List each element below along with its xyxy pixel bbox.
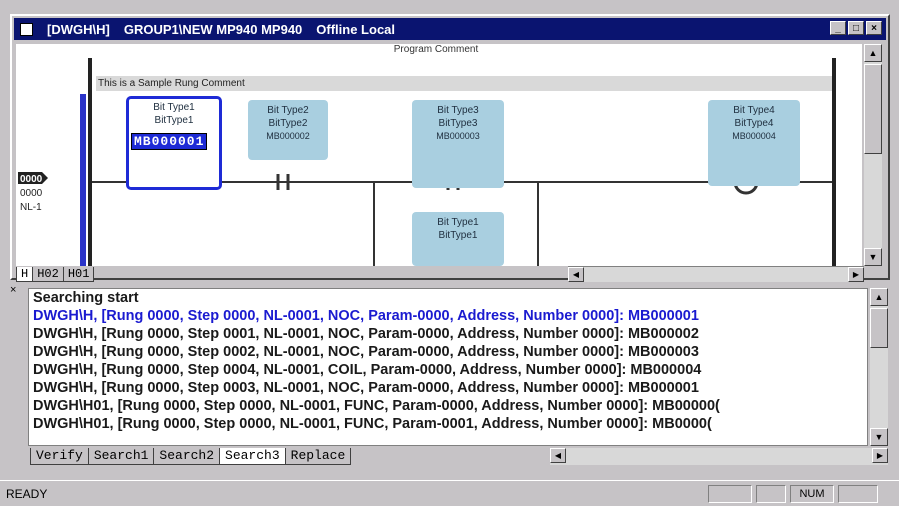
contact-2-type: Bit Type2	[267, 105, 309, 116]
ladder-canvas[interactable]: Program Comment This is a Sample Rung Co…	[16, 44, 862, 266]
close-button[interactable]: ×	[866, 21, 882, 35]
status-panel-1	[708, 485, 752, 503]
scroll-down-arrow-icon[interactable]: ▼	[864, 248, 882, 266]
contact-1-address-input[interactable]: MB000001	[131, 133, 208, 150]
tab-search2[interactable]: Search2	[153, 448, 221, 465]
output-window: × Searching start DWGH\H, [Rung 0000, St…	[10, 284, 890, 470]
result-line[interactable]: DWGH\H01, [Rung 0000, Step 0000, NL-0001…	[29, 415, 867, 433]
result-line-selected[interactable]: DWGH\H, [Rung 0000, Step 0000, NL-0001, …	[29, 307, 867, 325]
step-marker-strip	[80, 94, 86, 266]
contact-2-name: BitType2	[268, 118, 308, 129]
output-horizontal-scrollbar[interactable]: ◀ ▶	[550, 448, 888, 465]
contact-3-type: Bit Type3	[437, 105, 479, 116]
tab-search1[interactable]: Search1	[87, 448, 155, 465]
result-line[interactable]: DWGH\H, [Rung 0000, Step 0003, NL-0001, …	[29, 379, 867, 397]
coil-4[interactable]: Bit Type4 BitType4 MB000004	[708, 100, 800, 186]
result-line: Searching start	[33, 290, 139, 306]
scroll-thumb[interactable]	[864, 64, 882, 154]
output-scroll-down-icon[interactable]: ▼	[870, 428, 888, 446]
contact-1-selected[interactable]: Bit Type1 BitType1 MB000001	[126, 96, 222, 190]
step-number: 0000	[20, 188, 43, 199]
ladder-vertical-scrollbar[interactable]: ▲ ▼	[864, 44, 882, 266]
result-line[interactable]: DWGH\H, [Rung 0000, Step 0002, NL-0001, …	[29, 343, 867, 361]
ladder-horizontal-scrollbar[interactable]: ◀ ▶	[568, 266, 864, 282]
result-line[interactable]: DWGH\H01, [Rung 0000, Step 0000, NL-0001…	[29, 397, 867, 415]
title-drawing: [DWGH\H]	[47, 21, 110, 37]
title-group: GROUP1\NEW MP940 MP940	[123, 21, 303, 37]
contact-5-name: BitType1	[438, 230, 478, 241]
output-scroll-right-icon[interactable]: ▶	[872, 448, 888, 463]
coil-4-name: BitType4	[734, 118, 774, 129]
tab-h01[interactable]: H01	[62, 267, 95, 282]
contact-3-address: MB000003	[436, 131, 480, 141]
status-bar: READY NUM	[0, 480, 899, 506]
output-tabs: Verify Search1 Search2 Search3 Replace	[30, 448, 352, 466]
num-lock-indicator: NUM	[790, 485, 834, 503]
search-results[interactable]: Searching start DWGH\H, [Rung 0000, Step…	[28, 288, 868, 446]
contact-2[interactable]: Bit Type2 BitType2 MB000002	[248, 100, 328, 160]
tab-h02[interactable]: H02	[32, 267, 64, 282]
program-comment: Program Comment	[393, 44, 479, 55]
contact-2-address: MB000002	[266, 131, 310, 141]
output-scroll-up-icon[interactable]: ▲	[870, 288, 888, 306]
scroll-right-arrow-icon[interactable]: ▶	[848, 267, 864, 282]
tab-verify[interactable]: Verify	[30, 448, 89, 465]
drawing-tabs: H H02 H01	[16, 266, 95, 282]
output-scroll-left-icon[interactable]: ◀	[550, 448, 566, 463]
result-line[interactable]: DWGH\H, [Rung 0000, Step 0004, NL-0001, …	[29, 361, 867, 379]
ladder-editor-window: [DWGH\H] GROUP1\NEW MP940 MP940 Offline …	[10, 14, 890, 282]
output-scroll-thumb[interactable]	[870, 308, 888, 348]
status-panel-2	[756, 485, 786, 503]
contact-5[interactable]: Bit Type1 BitType1	[412, 212, 504, 266]
contact-1-type: Bit Type1	[153, 102, 195, 113]
title-bar[interactable]: [DWGH\H] GROUP1\NEW MP940 MP940 Offline …	[14, 18, 886, 40]
scroll-up-arrow-icon[interactable]: ▲	[864, 44, 882, 62]
system-menu-icon[interactable]	[20, 22, 33, 36]
app-window: [DWGH\H] GROUP1\NEW MP940 MP940 Offline …	[0, 0, 899, 506]
coil-4-address: MB000004	[732, 131, 776, 141]
contact-1-name: BitType1	[154, 115, 194, 126]
tab-replace[interactable]: Replace	[284, 448, 352, 465]
scroll-left-arrow-icon[interactable]: ◀	[568, 267, 584, 282]
title-mode: Offline Local	[316, 21, 396, 37]
output-close-icon[interactable]: ×	[10, 284, 16, 296]
status-text: READY	[6, 486, 48, 501]
coil-4-type: Bit Type4	[733, 105, 775, 116]
minimize-button[interactable]: _	[830, 21, 846, 35]
network-label: NL-1	[20, 202, 42, 213]
contact-5-type: Bit Type1	[437, 217, 479, 228]
output-vertical-scrollbar[interactable]: ▲ ▼	[870, 288, 888, 446]
contact-3-name: BitType3	[438, 118, 478, 129]
rung-comment[interactable]: This is a Sample Rung Comment	[96, 76, 832, 91]
tab-h[interactable]: H	[16, 267, 34, 282]
rung-number: 0000	[20, 174, 43, 185]
maximize-button[interactable]: □	[848, 21, 864, 35]
result-line[interactable]: DWGH\H, [Rung 0000, Step 0001, NL-0001, …	[29, 325, 867, 343]
tab-search3[interactable]: Search3	[219, 448, 286, 465]
status-panel-4	[838, 485, 878, 503]
contact-3[interactable]: Bit Type3 BitType3 MB000003	[412, 100, 504, 188]
